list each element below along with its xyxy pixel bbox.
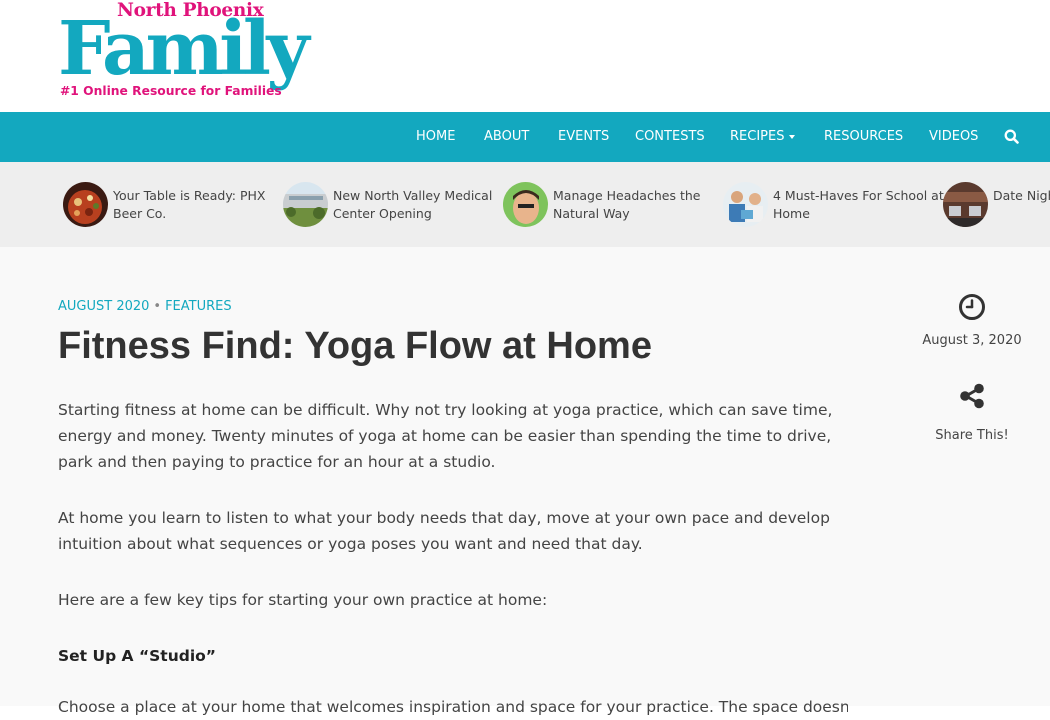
logo-tagline: #1 Online Resource for Families <box>60 84 282 98</box>
ticker-title: Your Table is Ready: PHX Beer Co. <box>113 188 266 221</box>
ticker-title: Date Night: Perfect Pizza <box>993 188 1050 203</box>
site-header: North Phoenix Family #1 Online Resource … <box>0 0 1050 112</box>
nav-home[interactable]: HOME <box>416 112 455 162</box>
nav-recipes[interactable]: RECIPES <box>730 112 796 162</box>
logo-main-text: Family <box>58 6 309 92</box>
featured-ticker: Your Table is Ready: PHX Beer Co. New No… <box>0 162 1050 247</box>
article-meta: AUGUST 2020 • FEATURES <box>58 299 232 314</box>
ticker-title: 4 Must-Haves For School at Home <box>773 188 944 221</box>
article-area: AUGUST 2020 • FEATURES Fitness Find: Yoga … <box>0 247 1050 716</box>
chevron-down-icon <box>789 134 796 139</box>
ticker-title: Manage Headaches the Natural Way <box>553 188 701 221</box>
nav-about[interactable]: ABOUT <box>484 112 529 162</box>
nav-videos[interactable]: VIDEOS <box>929 112 978 162</box>
share-label[interactable]: Share This! <box>912 428 1032 443</box>
article-paragraph: Choose a place at your home that welcome… <box>58 698 848 716</box>
meta-separator: • <box>153 299 162 314</box>
main-nav: HOME ABOUT EVENTS CONTESTS RECIPES RESOU… <box>0 112 1050 162</box>
clock-icon <box>912 293 1032 325</box>
ticker-title: New North Valley Medical Center Opening <box>333 188 493 221</box>
nav-events[interactable]: EVENTS <box>558 112 609 162</box>
article-subheading: Set Up A “Studio” <box>58 647 216 665</box>
ticker-thumbnail <box>943 182 988 227</box>
ticker-thumbnail <box>503 182 548 227</box>
article-title: Fitness Find: Yoga Flow at Home <box>58 325 652 367</box>
date-archive-link[interactable]: AUGUST 2020 <box>58 299 149 314</box>
article-paragraph: Here are a few key tips for starting you… <box>58 591 548 609</box>
post-date: August 3, 2020 <box>922 333 1022 348</box>
category-link[interactable]: FEATURES <box>165 299 232 314</box>
nav-resources[interactable]: RESOURCES <box>824 112 903 162</box>
article-paragraph: Starting fitness at home can be difficul… <box>58 401 833 471</box>
ticker-thumbnail <box>283 182 328 227</box>
site-logo[interactable]: North Phoenix Family #1 Online Resource … <box>58 0 353 104</box>
nav-recipes-label: RECIPES <box>730 129 785 144</box>
search-icon[interactable] <box>1003 128 1021 146</box>
ticker-thumbnail <box>63 182 108 227</box>
nav-contests[interactable]: CONTESTS <box>635 112 705 162</box>
share-icon[interactable] <box>912 382 1032 414</box>
ticker-thumbnail <box>723 182 768 227</box>
article-paragraph: At home you learn to listen to what your… <box>58 509 830 553</box>
